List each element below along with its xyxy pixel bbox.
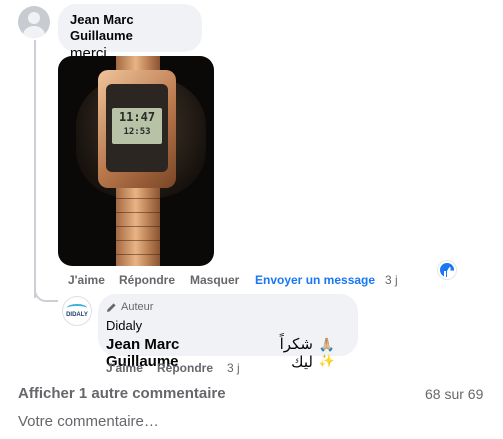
like-button[interactable]: J'aime — [68, 273, 105, 287]
watch-dial: 11:47 12:53 — [106, 84, 168, 172]
strap-link — [116, 212, 160, 213]
strap-link — [116, 240, 160, 241]
comment-count: 68 sur 69 — [425, 386, 484, 402]
lcd-time: 11:47 — [118, 110, 156, 124]
reply-bubble: Auteur Didaly Jean Marc Guillaume شكراً … — [98, 294, 358, 371]
logo-text: DIDALY — [66, 312, 88, 318]
avatar-head-shape — [28, 12, 40, 24]
pen-icon — [107, 302, 116, 312]
comment-bubble: Jean Marc Guillaume merci — [58, 4, 202, 62]
reply-author[interactable]: Didaly — [106, 318, 350, 334]
thread-line — [34, 40, 36, 298]
comment-author[interactable]: Jean Marc Guillaume — [70, 12, 190, 44]
hide-button[interactable]: Masquer — [190, 273, 239, 287]
avatar[interactable]: DIDALY — [62, 296, 92, 326]
watch-case: 11:47 12:53 — [98, 70, 176, 188]
avatar-body-shape — [23, 26, 45, 38]
emoji: 🙏🏼✨ — [318, 337, 336, 368]
thread-connector — [34, 280, 58, 302]
comment-input[interactable]: Votre commentaire… — [18, 413, 159, 430]
strap-link — [116, 198, 160, 199]
watch-lcd: 11:47 12:53 — [112, 108, 162, 144]
watch-strap-bottom — [116, 184, 160, 266]
comment-photo[interactable]: 11:47 12:53 — [58, 56, 214, 266]
logo-swoosh — [67, 304, 87, 312]
reaction-like-badge[interactable] — [438, 261, 456, 279]
reply-arabic-text: شكراً ليك — [279, 336, 313, 371]
reply-timestamp[interactable]: 3 j — [227, 361, 240, 375]
strap-link — [116, 226, 160, 227]
show-more-comments-link[interactable]: Afficher 1 autre commentaire — [18, 385, 226, 402]
send-message-button[interactable]: Envoyer un message — [255, 273, 375, 287]
avatar[interactable] — [18, 6, 50, 38]
comment-timestamp[interactable]: 3 j — [385, 273, 398, 287]
reply-button[interactable]: Répondre — [119, 273, 175, 287]
like-icon — [444, 267, 455, 277]
badge-label: Auteur — [121, 301, 154, 313]
reply-button[interactable]: Répondre — [157, 361, 213, 375]
lcd-small: 12:53 — [123, 127, 151, 137]
author-badge: Auteur — [106, 299, 350, 315]
strap-link — [116, 254, 160, 255]
like-button[interactable]: J'aime — [106, 361, 143, 375]
